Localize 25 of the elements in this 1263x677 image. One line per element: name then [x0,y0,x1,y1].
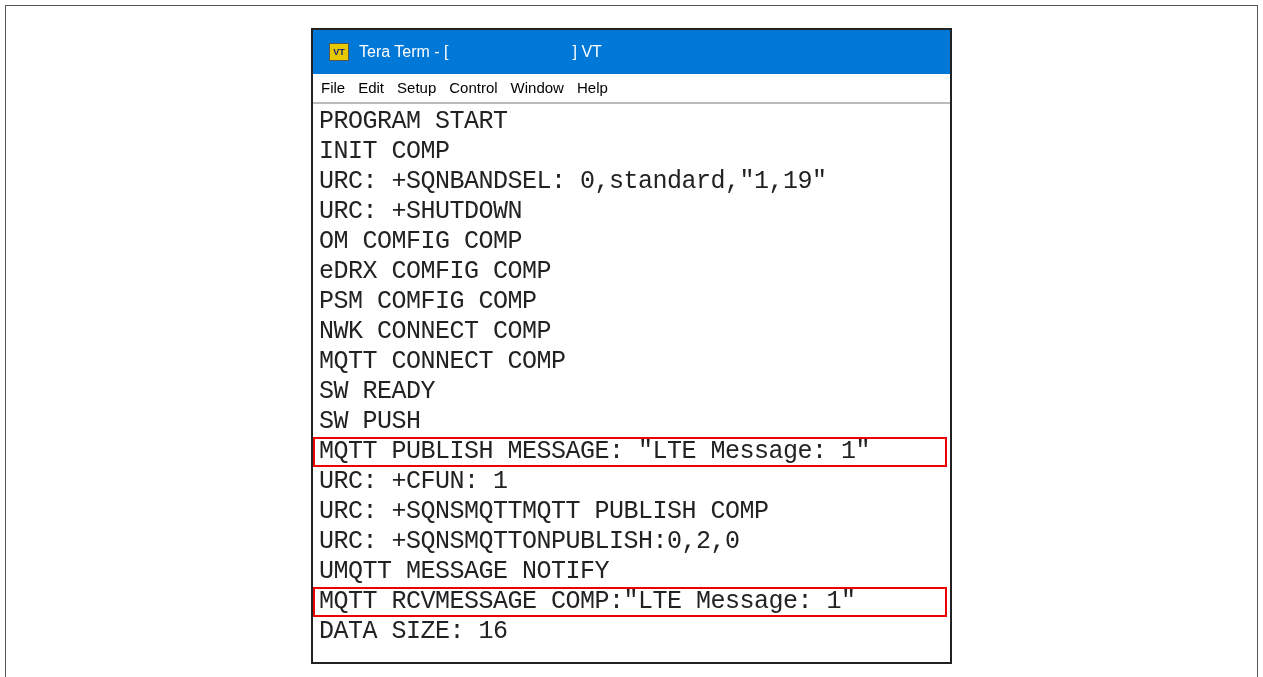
terminal-line: INIT COMP [318,137,451,167]
terminal-line: URC: +SQNBANDSEL: 0,standard,"1,19" [318,167,828,197]
terminal-line: URC: +SQNSMQTTMQTT PUBLISH COMP [318,497,770,527]
terminal-line: PSM COMFIG COMP [318,287,538,317]
terminal-line: MQTT CONNECT COMP [318,347,567,377]
terminal-line: UMQTT MESSAGE NOTIFY [318,557,611,587]
app-icon: VT [329,43,349,61]
terminal-line: PROGRAM START [318,107,509,137]
menu-item[interactable]: Control [449,76,498,100]
terminal-line: SW READY [318,377,437,407]
menu-item[interactable]: Window [510,76,564,100]
window-title: ] VT [572,42,602,62]
menu-item[interactable]: Setup [397,76,437,100]
menu-item[interactable]: Help [576,76,608,100]
terminal-line: URC: +SQNSMQTTONPUBLISH:0,2,0 [318,527,741,557]
menu-item[interactable]: Edit [358,76,385,100]
terminal-line: OM COMFIG COMP [318,227,524,257]
terminal-line: SW PUSH [318,407,422,437]
terminal-line: URC: +CFUN: 1 [318,467,509,497]
terminal-line: eDRX COMFIG COMP [318,257,553,287]
terminal-line: NWK CONNECT COMP [318,317,553,347]
terminal-line: URC: +SHUTDOWN [318,197,524,227]
terminal-line: DATA SIZE: 16 [318,617,509,647]
window-title: Tera Term - [ [359,42,449,62]
menu-item[interactable]: File [321,76,346,100]
